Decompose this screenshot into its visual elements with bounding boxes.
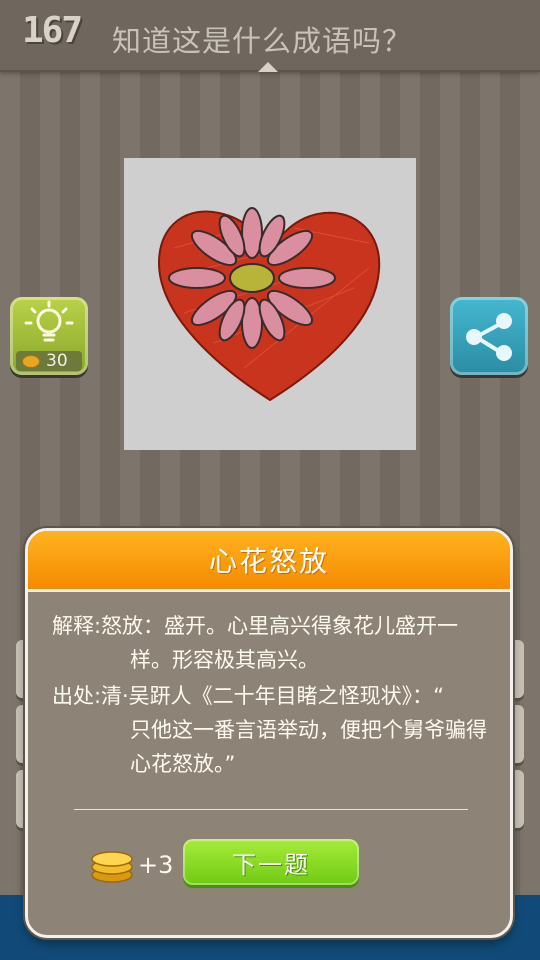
answer-dialog: 心花怒放 解释: 怒放：盛开。心里高兴得象花儿盛开一 样。形容极其高兴。 出处:…	[25, 528, 513, 938]
meaning-label: 解释:	[52, 614, 102, 638]
title-notch	[258, 62, 278, 72]
puzzle-image	[124, 158, 416, 450]
source-line3: 心花怒放。”	[130, 752, 236, 776]
heart-flower-icon	[157, 207, 381, 402]
meaning-section: 解释: 怒放：盛开。心里高兴得象花儿盛开一 样。形容极其高兴。	[52, 609, 492, 677]
source-line2: 只他这一番言语举动，便把个舅爷骗得	[130, 718, 487, 742]
hint-cost: 30	[16, 351, 82, 371]
hint-cost-value: 30	[46, 351, 68, 371]
reward-amount: +3	[138, 851, 174, 879]
meaning-line2: 样。形容极其高兴。	[130, 648, 319, 672]
share-icon	[466, 313, 512, 361]
source-section: 出处: 清·吴趼人《二十年目睹之怪现状》：“ 只他这一番言语举动，便把个舅爷骗得…	[52, 679, 492, 781]
top-bar: 167 知道这是什么成语吗？	[0, 0, 540, 72]
question-text: 知道这是什么成语吗？	[112, 24, 413, 58]
level-number: 167	[22, 10, 83, 51]
dialog-title: 心花怒放	[208, 545, 329, 578]
coin-icon	[22, 354, 40, 368]
source-label: 出处:	[52, 684, 102, 708]
meaning-line1: 怒放：盛开。心里高兴得象花儿盛开一	[101, 614, 458, 638]
coins-icon	[91, 851, 133, 883]
divider	[74, 809, 468, 810]
lightbulb-icon	[24, 300, 74, 342]
hint-button[interactable]: 30	[10, 297, 88, 375]
dialog-header: 心花怒放	[28, 531, 510, 592]
source-line1: 清·吴趼人《二十年目睹之怪现状》：“	[101, 684, 445, 708]
share-button[interactable]	[450, 297, 528, 375]
next-question-button[interactable]: 下一题	[183, 839, 359, 885]
